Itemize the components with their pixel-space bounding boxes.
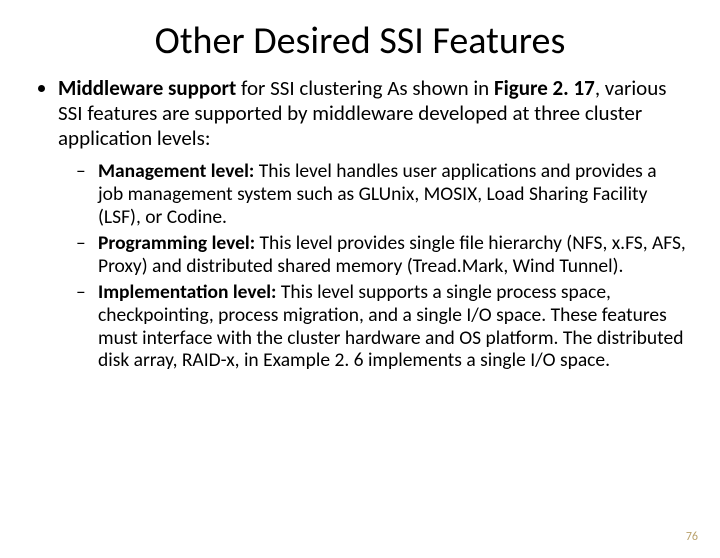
slide-title: Other Desired SSI Features (0, 18, 720, 64)
page-number: 76 (686, 530, 698, 544)
lead-rest: for SSI clustering As shown in (241, 75, 494, 101)
figure-ref: Figure 2. 17 (494, 75, 595, 101)
sub-item-programming: Programming level: This level provides s… (98, 232, 686, 277)
sub-item-implementation: Implementation level: This level support… (98, 281, 686, 371)
lead-bold: Middleware support (58, 75, 241, 101)
top-list: Middleware support for SSI clustering As… (34, 76, 686, 372)
sub-list: Management level: This level handles use… (58, 160, 686, 371)
sub-item-management: Management level: This level handles use… (98, 160, 686, 228)
top-bullet: Middleware support for SSI clustering As… (58, 76, 686, 372)
sub-label: Implementation level: (98, 280, 281, 304)
slide: Other Desired SSI Features Middleware su… (0, 18, 720, 558)
slide-body: Middleware support for SSI clustering As… (0, 76, 720, 372)
sub-label: Programming level: (98, 231, 260, 255)
sub-label: Management level: (98, 159, 259, 183)
